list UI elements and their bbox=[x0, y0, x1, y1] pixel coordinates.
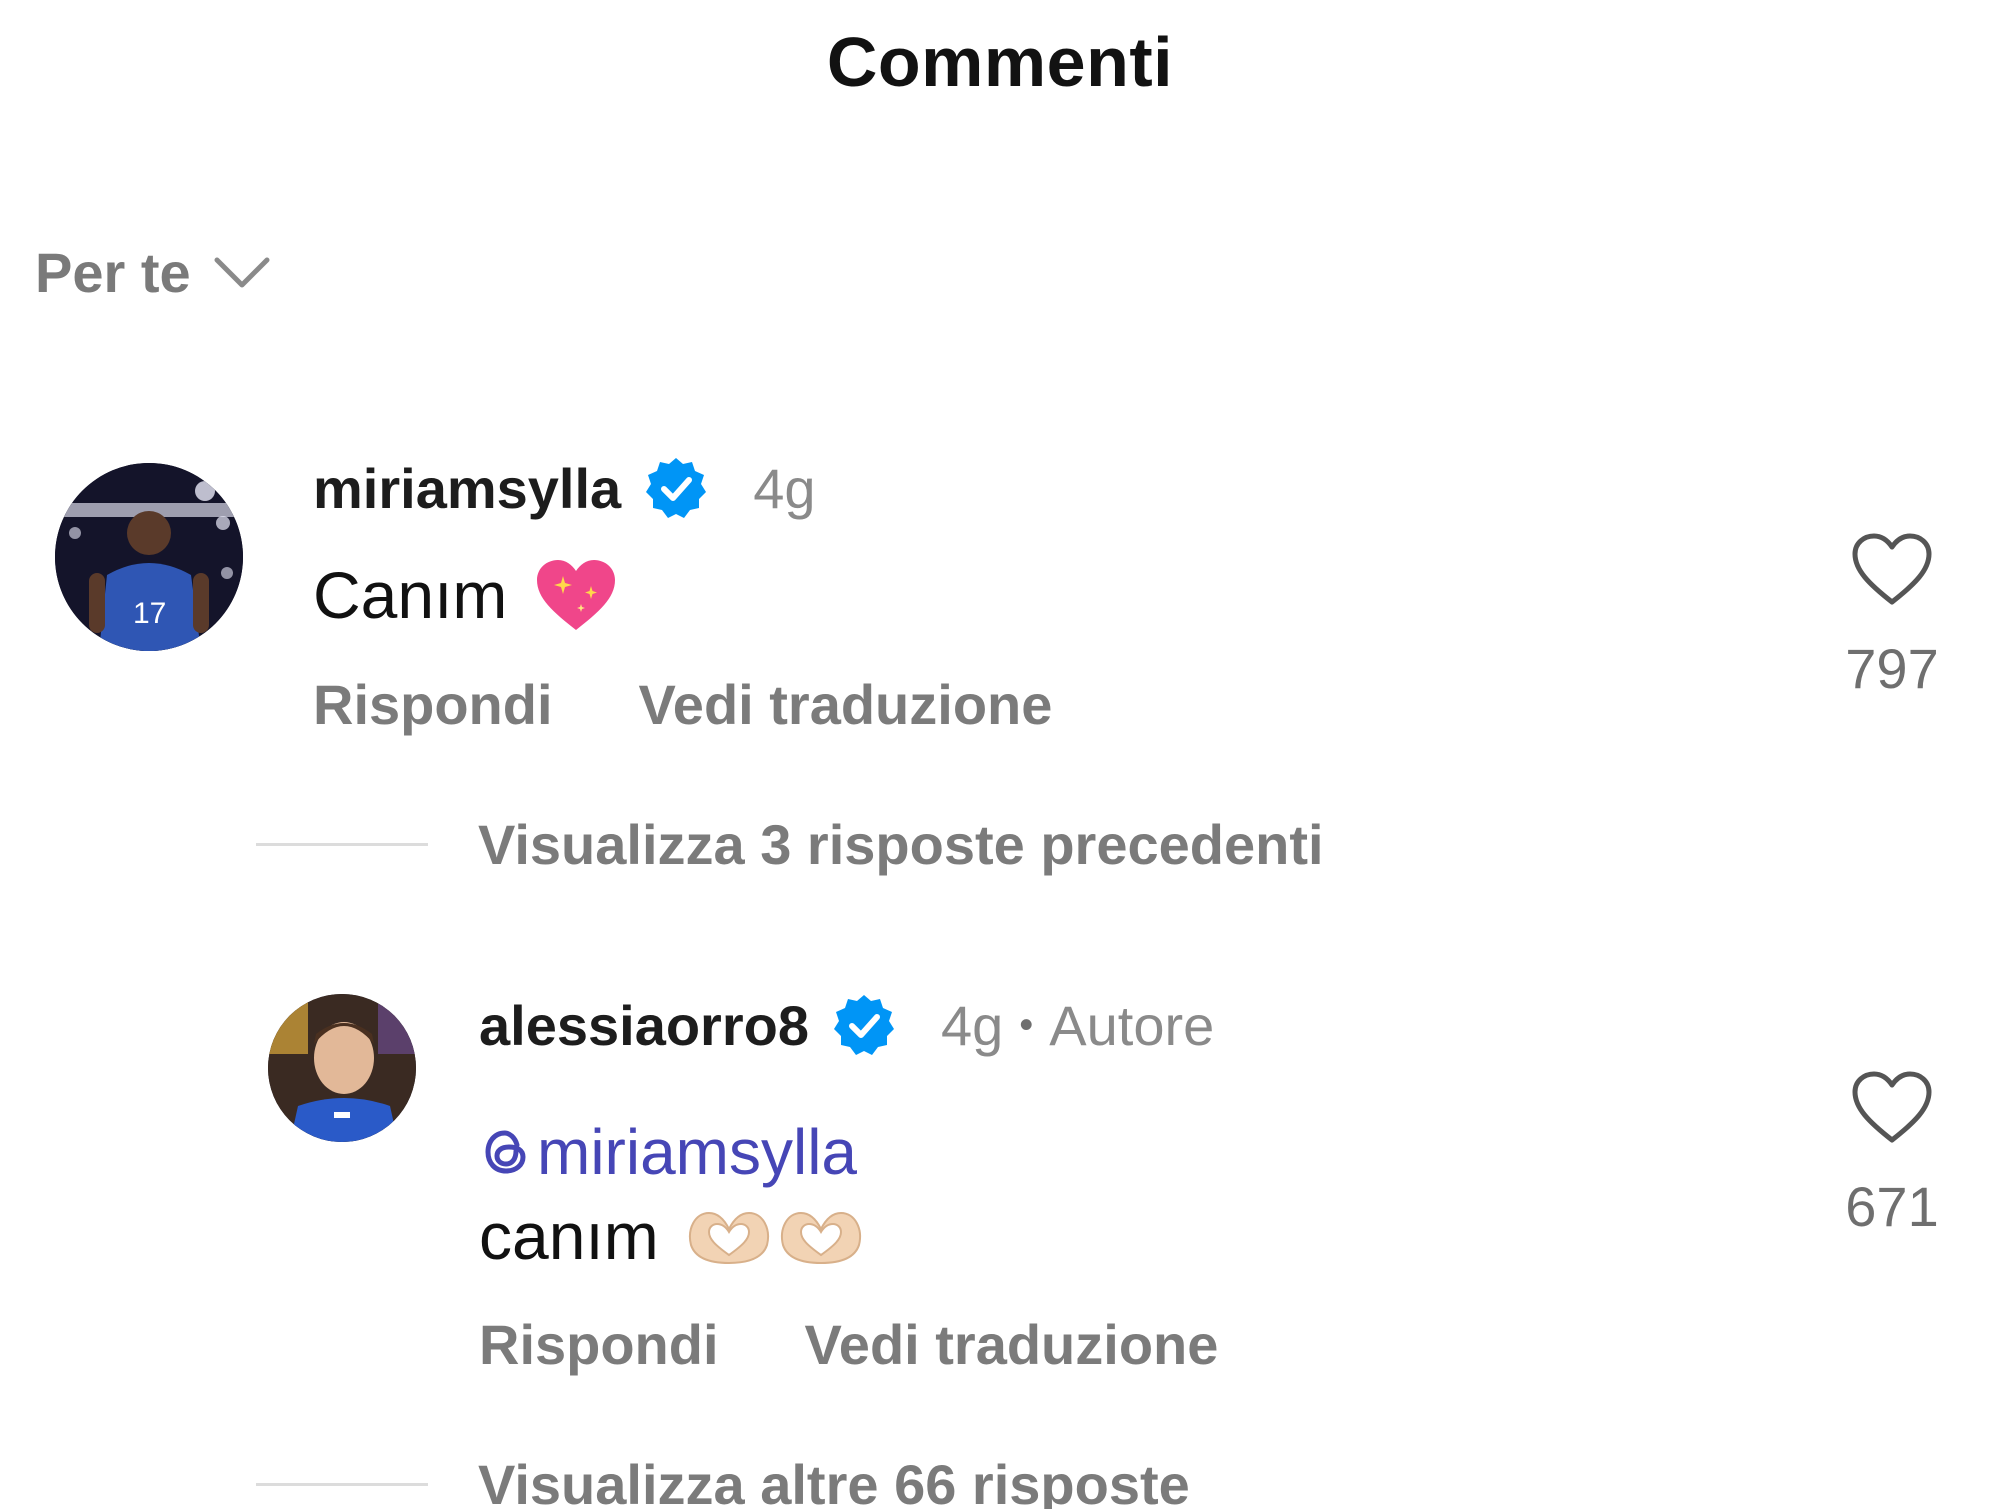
sort-label: Per te bbox=[35, 241, 191, 304]
thread-line bbox=[256, 843, 428, 846]
username[interactable]: alessiaorro8 bbox=[479, 993, 809, 1058]
reply-text: canım bbox=[479, 1198, 865, 1274]
see-translation-button[interactable]: Vedi traduzione bbox=[639, 672, 1053, 737]
verified-badge-icon bbox=[646, 458, 707, 518]
see-translation-button[interactable]: Vedi traduzione bbox=[805, 1312, 1219, 1377]
reply-button[interactable]: Rispondi bbox=[313, 672, 553, 737]
comment-text-value: Canım bbox=[313, 558, 508, 632]
separator-dot: • bbox=[1019, 1002, 1034, 1047]
like-control: 671 bbox=[1822, 1068, 1962, 1239]
avatar[interactable]: 17 bbox=[55, 463, 243, 651]
thread-line bbox=[256, 1483, 428, 1486]
mention-username: miriamsylla bbox=[537, 1116, 857, 1188]
reply-actions: Rispondi Vedi traduzione bbox=[479, 1312, 1218, 1377]
reply-text-value: canım bbox=[479, 1199, 659, 1273]
heart-icon[interactable] bbox=[1849, 1068, 1935, 1146]
timestamp: 4g bbox=[940, 993, 1004, 1057]
mention-link[interactable]: miriamsylla bbox=[479, 1115, 857, 1189]
comment-text: Canım bbox=[313, 556, 619, 634]
author-badge: Autore bbox=[1049, 993, 1215, 1057]
page-title: Commenti bbox=[826, 23, 1174, 101]
view-previous-replies-label: Visualizza 3 risposte precedenti bbox=[478, 813, 1324, 876]
sort-dropdown[interactable]: Per te bbox=[35, 240, 271, 305]
threads-icon bbox=[485, 1130, 526, 1174]
heart-icon[interactable] bbox=[1849, 530, 1935, 608]
like-count: 671 bbox=[1845, 1175, 1939, 1238]
username[interactable]: miriamsylla bbox=[313, 456, 621, 521]
like-control: 797 bbox=[1822, 530, 1962, 701]
heart-hands-icon bbox=[688, 1211, 861, 1265]
chevron-down-icon bbox=[214, 257, 270, 287]
like-count: 797 bbox=[1845, 637, 1939, 700]
view-previous-replies-link[interactable]: Visualizza 3 risposte precedenti bbox=[256, 812, 1324, 877]
sparkling-heart-icon bbox=[537, 560, 616, 630]
reply-button[interactable]: Rispondi bbox=[479, 1312, 719, 1377]
jersey-number: 17 bbox=[133, 597, 166, 630]
comment-meta: miriamsylla 4g bbox=[313, 455, 816, 521]
reply-meta: alessiaorro8 4g • Autore bbox=[479, 992, 1214, 1058]
avatar[interactable] bbox=[268, 994, 416, 1142]
comments-sheet: Commenti Per te 17 miriamsylla 4g Canım … bbox=[0, 0, 2000, 1509]
view-more-replies-link[interactable]: Visualizza altre 66 risposte bbox=[256, 1452, 1190, 1509]
verified-badge-icon bbox=[833, 995, 894, 1055]
view-more-replies-label: Visualizza altre 66 risposte bbox=[478, 1453, 1190, 1509]
comment-actions: Rispondi Vedi traduzione bbox=[313, 672, 1052, 737]
timestamp: 4g bbox=[753, 456, 816, 520]
